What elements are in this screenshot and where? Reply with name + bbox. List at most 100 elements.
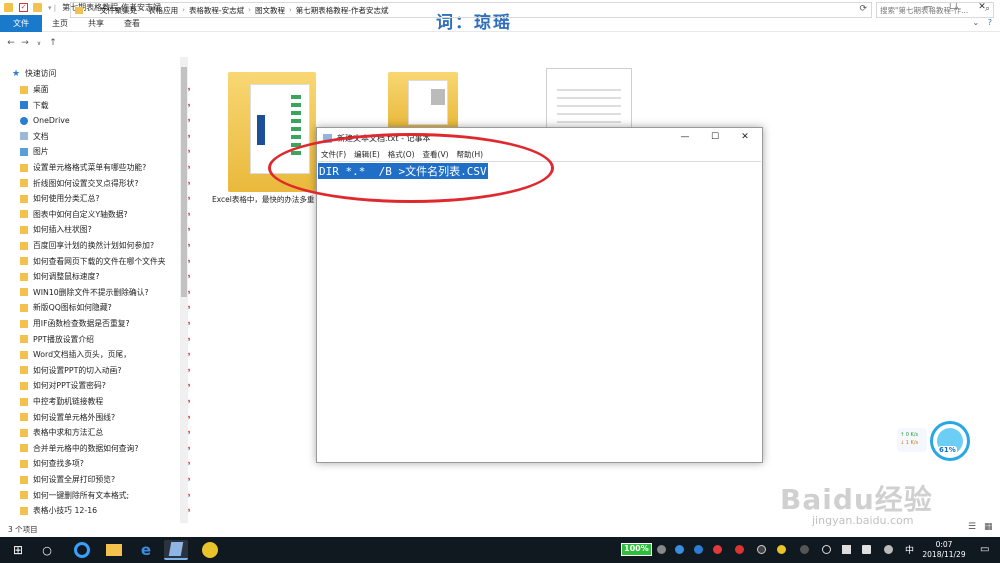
breadcrumb-item[interactable]: 文件聚集处 — [100, 5, 138, 16]
baidu-watermark-logo: Baidu经验 — [780, 483, 933, 516]
sidebar-item[interactable]: 表格小技巧 12-16📌 — [20, 503, 190, 518]
sidebar-item[interactable]: 文档📌 — [20, 129, 190, 144]
sidebar-item-label: Word文档插入页头，页尾， — [33, 350, 132, 360]
taskbar: ⊞ ○ e 100% 中 0:07 2018/11/29 ▭ — [0, 537, 1000, 563]
windows-start-icon[interactable]: ⊞ — [8, 537, 28, 563]
expand-ribbon-icon[interactable]: ⌄ — [973, 18, 980, 27]
edge-icon[interactable]: e — [134, 540, 158, 560]
sidebar-item[interactable]: 如何使用分类汇总?📌 — [20, 191, 190, 206]
sidebar-item[interactable]: 设置单元格格式菜单有哪些功能?📌 — [20, 160, 190, 175]
sidebar-item[interactable]: 新版QQ图标如何隐藏?📌 — [20, 300, 190, 315]
tray-app-icon[interactable] — [777, 545, 786, 554]
tray-app-icon[interactable] — [675, 545, 684, 554]
sidebar-item[interactable]: 中控考勤机链接教程📌 — [20, 394, 190, 409]
recent-locations-icon[interactable]: ∨ — [32, 40, 46, 47]
back-icon[interactable]: ← — [4, 38, 18, 48]
sidebar-item[interactable]: 图片📌 — [20, 144, 190, 159]
details-view-icon[interactable]: ☰ — [968, 522, 976, 532]
folder-icon — [20, 194, 28, 203]
sidebar-item[interactable]: 百度回享计划的换然计划如何参加?📌 — [20, 238, 190, 253]
sidebar-item[interactable]: PPT播放设置介绍📌 — [20, 332, 190, 347]
notepad-text-area[interactable]: DIR *.* /B >文件名列表.CSV — [318, 161, 761, 461]
sidebar-item[interactable]: 合并单元格中的数据如何查询?📌 — [20, 441, 190, 456]
chevron-right-icon[interactable]: › — [141, 6, 144, 14]
sidebar-item-label: 如何设置全屏打印预览? — [33, 475, 116, 484]
sidebar-item-quick-access[interactable]: ★ 快速访问 — [12, 66, 190, 81]
search-input[interactable]: 搜索"第七期表格教程-作... ⌕ — [876, 2, 994, 18]
cortana-search-icon[interactable]: ○ — [38, 537, 56, 563]
up-icon[interactable]: ↑ — [46, 38, 60, 48]
folder-icon — [75, 6, 83, 14]
breadcrumb-item[interactable]: 表格应用 — [148, 5, 178, 16]
forward-icon[interactable]: → — [18, 38, 32, 48]
clock-date: 2018/11/29 — [922, 550, 966, 559]
folder-icon — [20, 397, 28, 406]
sidebar-item[interactable]: WIN10删除文件不提示删除确认?📌 — [20, 285, 190, 300]
app-mascot-icon[interactable] — [198, 540, 222, 560]
sidebar-item[interactable]: 如何查看网页下载的文件在哪个文件夹📌 — [20, 254, 190, 269]
notepad-taskbar-icon[interactable] — [164, 540, 188, 560]
sidebar-item[interactable]: 如何插入柱状图?📌 — [20, 222, 190, 237]
sidebar-item[interactable]: 图表中如何自定义Y轴数据?📌 — [20, 207, 190, 222]
large-icons-view-icon[interactable]: ▦ — [984, 522, 993, 532]
sidebar-item[interactable]: 如何设置单元格外围线?📌 — [20, 410, 190, 425]
file-explorer-icon[interactable] — [102, 540, 126, 560]
search-icon[interactable]: ⌕ — [985, 4, 990, 14]
breadcrumb-item[interactable]: 图文教程 — [255, 5, 285, 16]
tray-app-icon[interactable] — [800, 545, 809, 554]
browser-q-icon[interactable] — [70, 540, 94, 560]
breadcrumb-item[interactable]: 第七期表格教程-作者安志斌 — [296, 5, 389, 16]
chevron-right-icon[interactable]: › — [182, 6, 185, 14]
refresh-icon[interactable]: ⟳ — [859, 4, 867, 14]
sidebar-item[interactable]: 下载📌 — [20, 98, 190, 113]
tab-file[interactable]: 文件 — [0, 14, 42, 32]
quick-access-dropdown-icon[interactable]: ▾ | — [48, 4, 56, 12]
sidebar-item[interactable]: 桌面📌 — [20, 82, 190, 97]
sidebar-item[interactable]: 如何查找多项?📌 — [20, 456, 190, 471]
wifi-icon[interactable] — [822, 545, 831, 554]
chevron-right-icon[interactable]: › — [93, 6, 96, 14]
scrollbar-thumb[interactable] — [181, 67, 187, 297]
bluetooth-icon[interactable] — [694, 545, 703, 554]
tray-app-icon[interactable] — [735, 545, 744, 554]
properties-icon[interactable]: ✓ — [19, 3, 28, 12]
download-icon — [20, 101, 28, 110]
new-folder-icon[interactable] — [33, 3, 42, 12]
battery-icon[interactable] — [842, 545, 851, 554]
notepad-maximize-button[interactable]: ☐ — [705, 132, 725, 142]
notification-icon[interactable]: ▭ — [980, 544, 989, 555]
address-bar[interactable]: › 文件聚集处 › 表格应用 › 表格教程-安志斌 › 图文教程 › 第七期表格… — [70, 2, 872, 18]
tray-app-icon[interactable] — [713, 545, 722, 554]
battery-indicator[interactable]: 100% — [621, 543, 652, 556]
sidebar-scrollbar[interactable] — [180, 57, 188, 523]
tray-app-icon[interactable] — [757, 545, 766, 554]
breadcrumb-item[interactable]: 表格教程-安志斌 — [189, 5, 244, 16]
memory-ball-icon[interactable] — [930, 421, 970, 461]
sidebar-item[interactable]: 如何设置全屏打印预览?📌 — [20, 472, 190, 487]
sidebar-item[interactable]: 如何设置PPT的切入动画?📌 — [20, 363, 190, 378]
sidebar-item[interactable]: 如何调整鼠标速度?📌 — [20, 269, 190, 284]
folder-item[interactable] — [388, 72, 458, 128]
sidebar-item[interactable]: 折线图如何设置交叉点得形状?📌 — [20, 176, 190, 191]
notepad-close-button[interactable]: ✕ — [735, 132, 755, 142]
volume-icon[interactable] — [862, 545, 871, 554]
ime-indicator[interactable]: 中 — [905, 543, 914, 556]
clock[interactable]: 0:07 2018/11/29 — [922, 540, 966, 560]
network-speed-widget[interactable]: ↑ 0 K/s ↓ 1 K/s — [897, 428, 927, 452]
tray-sync-icon[interactable] — [657, 545, 666, 554]
sidebar-item-label: WIN10删除文件不提示删除确认? — [33, 287, 149, 297]
folder-item-label: Excel表格中，最快的办法多重 — [212, 195, 315, 204]
chevron-right-icon[interactable]: › — [248, 6, 251, 14]
sidebar-item[interactable]: 如何对PPT设置密码?📌 — [20, 378, 190, 393]
sidebar-item[interactable]: 用IF函数检查数据是否重复?📌 — [20, 316, 190, 331]
notepad-minimize-button[interactable]: — — [675, 132, 695, 142]
sidebar-item[interactable]: 如何一键删除所有文本格式;📌 — [20, 488, 190, 503]
chevron-right-icon[interactable]: › — [289, 6, 292, 14]
sidebar-item[interactable]: 表格中求和方法汇总📌 — [20, 425, 190, 440]
sidebar-item[interactable]: OneDrive📌 — [20, 113, 190, 128]
help-icon[interactable]: ? — [988, 18, 992, 27]
tray-app-icon[interactable] — [884, 545, 893, 554]
folder-icon — [20, 366, 28, 375]
sidebar-item[interactable]: Word文档插入页头，页尾，📌 — [20, 347, 190, 362]
upload-speed: ↑ 0 K/s — [900, 432, 919, 438]
